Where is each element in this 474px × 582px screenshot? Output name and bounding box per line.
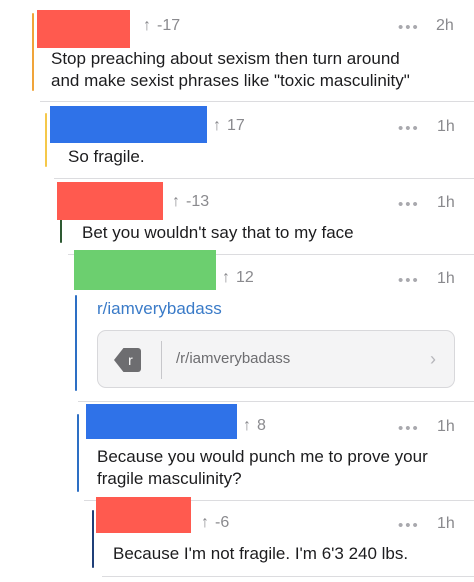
score-value: 8	[257, 417, 266, 434]
upvote-arrow-icon[interactable]: ↑	[201, 514, 209, 532]
more-dots-icon[interactable]: •••	[398, 420, 420, 437]
username-redacted[interactable]	[57, 182, 163, 220]
score[interactable]: ↑ -6	[201, 514, 229, 532]
username-redacted[interactable]	[96, 497, 191, 533]
thread-depth-bar	[77, 414, 79, 492]
link-preview-card[interactable]: r /r/iamverybadass ›	[97, 330, 455, 388]
score-value: 17	[227, 117, 245, 134]
username-redacted[interactable]	[86, 404, 237, 439]
score[interactable]: ↑ -17	[143, 17, 180, 35]
upvote-arrow-icon[interactable]: ↑	[243, 417, 251, 435]
subreddit-link[interactable]: r/iamverybadass	[97, 299, 222, 319]
comment-age: 1h	[437, 118, 455, 135]
comment-body-line: and make sexist phrases like "toxic masc…	[51, 71, 410, 90]
score-value: -6	[215, 514, 230, 531]
score[interactable]: ↑ -13	[172, 193, 209, 211]
subreddit-r-icon: r	[114, 348, 141, 372]
username-redacted[interactable]	[50, 106, 207, 143]
thread-depth-bar	[92, 510, 94, 568]
comment-divider	[78, 401, 474, 402]
more-dots-icon[interactable]: •••	[398, 517, 420, 534]
score[interactable]: ↑ 12	[222, 269, 254, 287]
comment-body-line: Bet you wouldn't say that to my face	[82, 223, 354, 242]
comment-divider	[54, 178, 474, 179]
comment-age: 1h	[437, 418, 455, 435]
comment-age: 1h	[437, 194, 455, 211]
more-dots-icon[interactable]: •••	[398, 196, 420, 213]
upvote-arrow-icon[interactable]: ↑	[143, 17, 151, 35]
thread-depth-bar	[32, 13, 34, 91]
score[interactable]: ↑ 8	[243, 417, 266, 435]
upvote-arrow-icon[interactable]: ↑	[172, 193, 180, 211]
more-dots-icon[interactable]: •••	[398, 120, 420, 137]
comment-age: 1h	[437, 515, 455, 532]
username-redacted[interactable]	[74, 250, 216, 290]
username-redacted[interactable]	[37, 10, 130, 48]
more-dots-icon[interactable]: •••	[398, 272, 420, 289]
score-value: -13	[186, 193, 210, 210]
comment-body-line: Because I'm not fragile. I'm 6'3 240 lbs…	[113, 544, 409, 563]
comment-divider	[40, 101, 474, 102]
upvote-arrow-icon[interactable]: ↑	[222, 269, 230, 287]
more-dots-icon[interactable]: •••	[398, 19, 420, 36]
score[interactable]: ↑ 17	[213, 117, 245, 135]
comment-age: 2h	[436, 17, 454, 34]
upvote-arrow-icon[interactable]: ↑	[213, 117, 221, 135]
score-value: -17	[157, 17, 181, 34]
thread-depth-bar	[75, 295, 77, 391]
comment-age: 1h	[437, 270, 455, 287]
comment-body-line: fragile masculinity?	[97, 469, 242, 488]
chevron-right-icon: ›	[430, 349, 436, 369]
comment-body-line: So fragile.	[68, 147, 145, 166]
card-separator	[161, 341, 162, 379]
comment-body-line: Stop preaching about sexism then turn ar…	[51, 49, 400, 68]
comment-divider	[102, 576, 474, 577]
score-value: 12	[236, 269, 254, 286]
link-card-url: /r/iamverybadass	[176, 350, 291, 367]
comment-body-line: Because you would punch me to prove your	[97, 447, 428, 466]
thread-depth-bar	[45, 113, 47, 167]
